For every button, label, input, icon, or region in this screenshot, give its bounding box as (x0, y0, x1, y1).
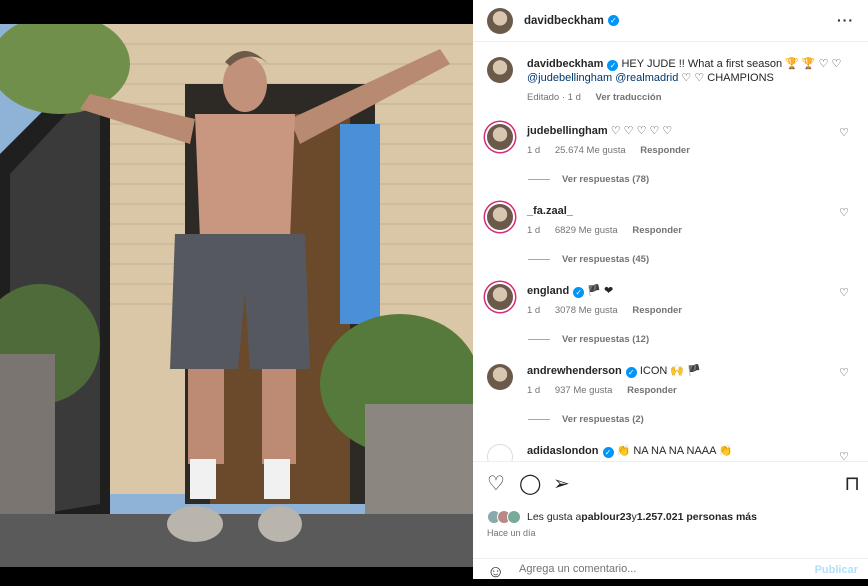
comment-likes[interactable]: 6829 Me gusta (555, 225, 618, 236)
heart-icon[interactable]: ♡ (487, 474, 505, 494)
post-actions: ♡ ◯ ➢ ⊓ Les gusta a pablour23 y 1.257.02… (473, 461, 868, 558)
comment-item: england ✓ 🏴 ❤ 1 d 3078 Me gusta Responder… (487, 284, 857, 318)
reply-button[interactable]: Responder (632, 305, 682, 316)
comment-username[interactable]: andrewhenderson (527, 365, 622, 377)
share-icon[interactable]: ➢ (553, 474, 570, 494)
caption-tail: ♡ ♡ CHAMPIONS (681, 72, 774, 84)
add-comment-bar: ☺ Publicar (473, 558, 868, 586)
likes-summary[interactable]: Les gusta a pablour23 y 1.257.021 person… (487, 510, 757, 524)
view-replies-button[interactable]: Ver respuestas (78) (528, 174, 649, 185)
comment-text: ICON 🙌 🏴 (639, 365, 701, 377)
author-username[interactable]: davidbeckham (524, 15, 604, 27)
caption-mentions[interactable]: @judebellingham @realmadrid (527, 72, 678, 84)
verified-badge-icon: ✓ (625, 367, 637, 378)
liker-avatar (507, 510, 521, 524)
comment-like-heart-icon[interactable]: ♡ (839, 206, 849, 219)
commenter-avatar[interactable] (487, 124, 513, 150)
view-replies-button[interactable]: Ver respuestas (45) (528, 254, 649, 265)
comment-text: 🏴 ❤ (587, 285, 614, 297)
caption-edited: Editado · 1 d (527, 92, 581, 103)
comment-item: _fa.zaal_ 1 d 6829 Me gusta Responder ♡ (487, 204, 857, 238)
caption-text: HEY JUDE !! What a first season 🏆 🏆 ♡ ♡ (621, 58, 842, 70)
emoji-icon[interactable]: ☺ (487, 562, 504, 582)
post-image (0, 24, 473, 567)
reply-button[interactable]: Responder (640, 145, 690, 156)
comment-time: 1 d (527, 305, 541, 316)
comment-time: 1 d (527, 385, 541, 396)
see-translation-link[interactable]: Ver traducción (596, 92, 662, 103)
commenter-avatar[interactable] (487, 364, 513, 390)
comment-icon[interactable]: ◯ (519, 474, 541, 494)
post-side-panel: davidbeckham ✓ ··· davidbeckham ✓ HEY JUD… (473, 0, 868, 581)
verified-badge-icon: ✓ (573, 287, 585, 298)
view-replies-button[interactable]: Ver respuestas (2) (528, 414, 644, 425)
comment-likes[interactable]: 25.674 Me gusta (555, 145, 626, 156)
comments-list: davidbeckham ✓ HEY JUDE !! What a first s… (473, 42, 868, 461)
reply-button[interactable]: Responder (632, 225, 682, 236)
comment-likes[interactable]: 3078 Me gusta (555, 305, 618, 316)
post-header: davidbeckham ✓ ··· (473, 0, 868, 42)
post-caption: davidbeckham ✓ HEY JUDE !! What a first s… (487, 57, 857, 105)
comment-item: adidaslondon ✓ 👏 NA NA NA NAAA 👏 ♡ (487, 444, 857, 461)
author-avatar[interactable] (487, 7, 513, 34)
commenter-avatar[interactable] (487, 204, 513, 230)
verified-badge-icon: ✓ (607, 60, 619, 71)
comment-time: 1 d (527, 145, 541, 156)
comment-likes[interactable]: 937 Me gusta (555, 385, 613, 396)
comment-like-heart-icon[interactable]: ♡ (839, 450, 849, 461)
caption-username[interactable]: davidbeckham (527, 58, 603, 70)
author-avatar[interactable] (487, 57, 513, 83)
bookmark-icon[interactable]: ⊓ (844, 474, 860, 494)
post-comment-button[interactable]: Publicar (815, 564, 858, 576)
more-icon[interactable]: ··· (837, 12, 854, 28)
likes-prefix: Les gusta a (527, 511, 582, 523)
comment-username[interactable]: judebellingham (527, 125, 608, 137)
commenter-avatar[interactable] (487, 284, 513, 310)
post-timestamp: Hace un día (487, 528, 536, 538)
view-replies-button[interactable]: Ver respuestas (12) (528, 334, 649, 345)
comment-text: 👏 NA NA NA NAAA 👏 (616, 445, 733, 457)
commenter-avatar[interactable] (487, 444, 513, 461)
likes-user[interactable]: pablour23 (581, 511, 631, 523)
post-modal: davidbeckham ✓ ··· davidbeckham ✓ HEY JUD… (0, 0, 868, 581)
comment-like-heart-icon[interactable]: ♡ (839, 366, 849, 379)
verified-badge-icon: ✓ (602, 447, 614, 458)
comment-username[interactable]: england (527, 285, 569, 297)
comment-username[interactable]: adidaslondon (527, 445, 599, 457)
comment-input[interactable] (519, 563, 809, 575)
comment-like-heart-icon[interactable]: ♡ (839, 126, 849, 139)
reply-button[interactable]: Responder (627, 385, 677, 396)
comment-username[interactable]: _fa.zaal_ (527, 205, 573, 217)
comment-item: judebellingham ♡ ♡ ♡ ♡ ♡ 1 d 25.674 Me g… (487, 124, 857, 158)
comment-text: ♡ ♡ ♡ ♡ ♡ (610, 125, 673, 137)
post-photo[interactable] (0, 24, 473, 567)
likes-count[interactable]: 1.257.021 personas más (637, 511, 757, 523)
verified-badge-icon: ✓ (607, 15, 619, 26)
comment-item: andrewhenderson ✓ ICON 🙌 🏴 1 d 937 Me gus… (487, 364, 857, 398)
comment-like-heart-icon[interactable]: ♡ (839, 286, 849, 299)
comment-time: 1 d (527, 225, 541, 236)
